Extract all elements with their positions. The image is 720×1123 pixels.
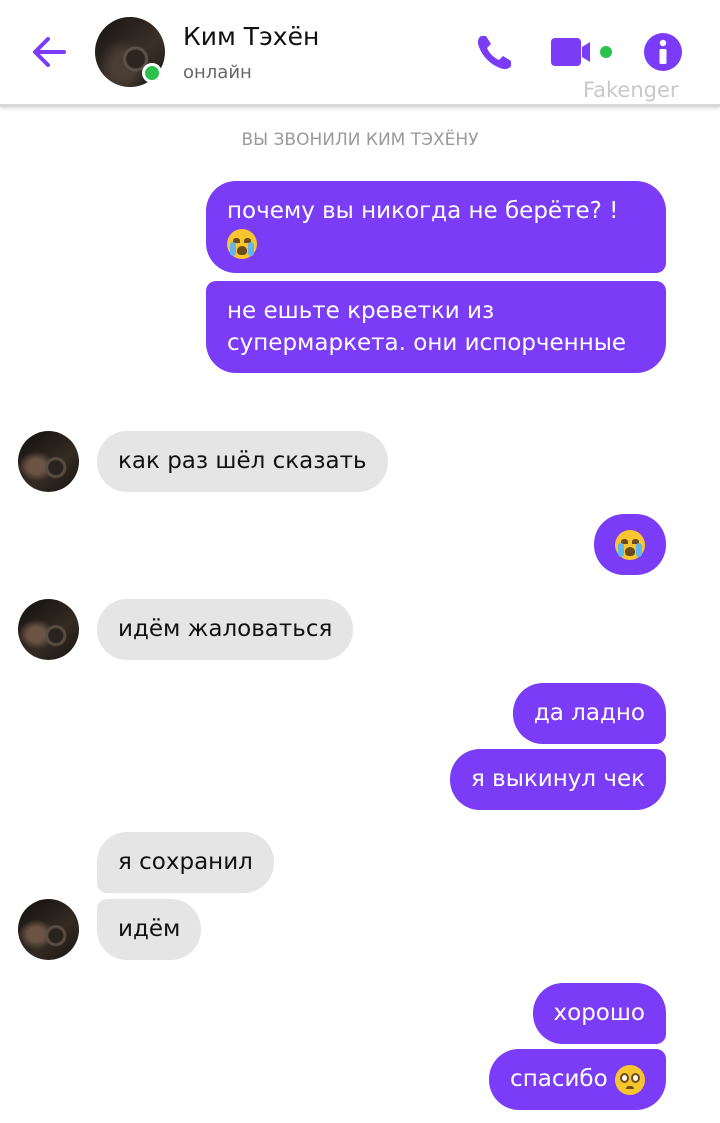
message-text: хорошо: [553, 1000, 645, 1026]
message-bubble-in[interactable]: идём: [97, 899, 202, 960]
message-bubble-out[interactable]: не ешьте креветки из супермаркета. они и…: [206, 281, 666, 373]
avatar[interactable]: [18, 431, 79, 492]
system-note: ВЫ ЗВОНИЛИ КИМ ТЭХЁНУ: [241, 130, 479, 150]
watermark: Fakenger: [583, 78, 679, 102]
pleading-face-icon: [615, 1064, 645, 1095]
message-bubble-in[interactable]: я сохранил: [97, 832, 274, 893]
message-text: как раз шёл сказать: [118, 448, 367, 474]
loudly-crying-face-icon: [227, 228, 257, 259]
message-bubble-out[interactable]: да ладно: [512, 683, 666, 744]
message-bubble-out[interactable]: хорошо: [532, 983, 666, 1044]
message-bubble-in[interactable]: идём жаловаться: [97, 599, 354, 660]
message-bubble-in[interactable]: как раз шёл сказать: [97, 431, 388, 492]
message-bubble-out[interactable]: [594, 514, 666, 575]
message-text: не ешьте креветки из супермаркета. они и…: [227, 298, 627, 356]
message-bubble-out[interactable]: спасибо: [489, 1049, 666, 1110]
chat-header: Ким Тэхён онлайн Fakenger: [0, 0, 720, 107]
online-indicator: [142, 63, 162, 83]
loudly-crying-face-icon: [615, 529, 645, 560]
avatar[interactable]: [18, 899, 79, 960]
message-bubble-out[interactable]: почему вы никогда не берёте? !: [206, 181, 666, 273]
message-text: спасибо: [510, 1066, 608, 1092]
video-camera-icon[interactable]: [550, 34, 616, 70]
message-text: почему вы никогда не берёте? !: [227, 198, 619, 224]
message-text: идём: [118, 916, 181, 942]
message-text: я выкинул чек: [471, 766, 645, 792]
contact-status: онлайн: [183, 62, 252, 83]
arrow-left-icon[interactable]: [28, 30, 72, 74]
info-icon[interactable]: [642, 31, 684, 73]
avatar[interactable]: [18, 599, 79, 660]
message-text: я сохранил: [118, 849, 253, 875]
message-bubble-out[interactable]: я выкинул чек: [450, 749, 666, 810]
phone-icon[interactable]: [472, 30, 516, 74]
message-text: идём жаловаться: [118, 616, 333, 642]
contact-name[interactable]: Ким Тэхён: [183, 22, 319, 51]
message-text: да ладно: [533, 700, 645, 726]
